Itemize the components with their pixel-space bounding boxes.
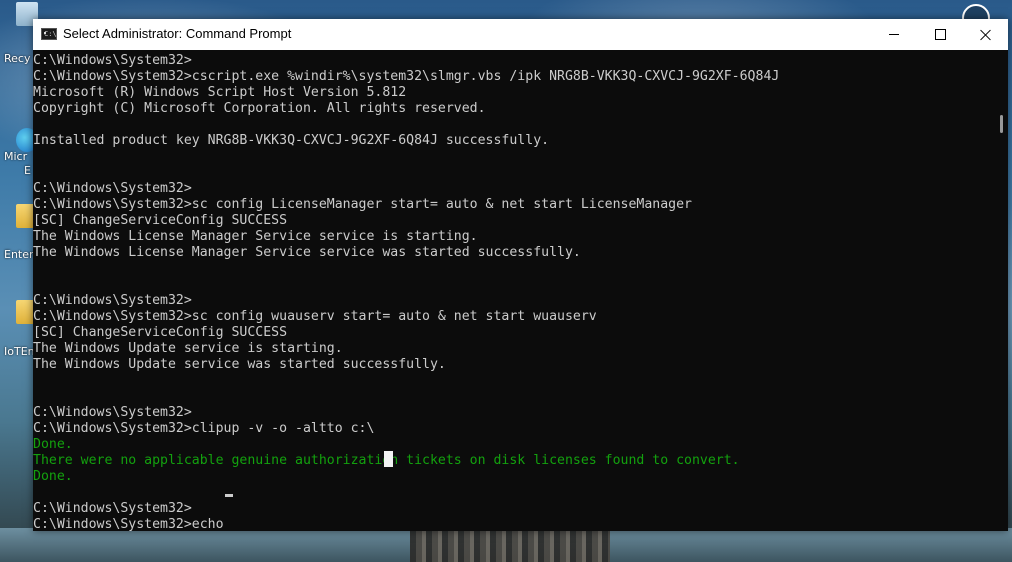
console-output[interactable]: C:\Windows\System32> C:\Windows\System32>… — [33, 50, 993, 531]
console-line: The Windows Update service was started s… — [33, 357, 446, 372]
desktop-icon-label: Recy — [4, 52, 31, 65]
desktop-icon-recycle-bin[interactable]: Recy — [0, 2, 38, 65]
console-line: Installed product key NRG8B-VKK3Q-CXVCJ-… — [33, 133, 550, 148]
console-line: C:\Windows\System32>sc config LicenseMan… — [33, 197, 692, 212]
command-prompt-window: C:\ Select Administrator: Command Prompt… — [33, 19, 1008, 531]
console-line: Done. — [33, 469, 73, 484]
scrollbar-thumb[interactable] — [1000, 115, 1003, 133]
console-line: The Windows Update service is starting. — [33, 341, 343, 356]
console-line: C:\Windows\System32> — [33, 293, 192, 308]
command-prompt-icon: C:\ — [41, 28, 57, 40]
desktop-icon-edge[interactable]: Micr E — [0, 128, 38, 177]
console-line: C:\Windows\System32> — [33, 501, 192, 516]
desktop-icon-label: Enter — [4, 248, 34, 261]
console-line: The Windows License Manager Service serv… — [33, 229, 478, 244]
console-line: [SC] ChangeServiceConfig SUCCESS — [33, 213, 288, 228]
console-line: C:\Windows\System32>cscript.exe %windir%… — [33, 69, 780, 84]
maximize-icon — [934, 29, 946, 40]
close-button[interactable] — [963, 19, 1009, 50]
console-line: C:\Windows\System32> — [33, 405, 192, 420]
mouse-text-cursor — [384, 451, 393, 467]
console-line: C:\Windows\System32>clipup -v -o -altto … — [33, 421, 375, 436]
text-cursor — [225, 494, 233, 497]
close-icon — [980, 29, 992, 41]
console-line: Microsoft (R) Windows Script Host Versio… — [33, 85, 407, 100]
minimize-button[interactable] — [871, 19, 917, 50]
console-line: C:\Windows\System32>sc config wuauserv s… — [33, 309, 597, 324]
desktop-icon-iot-enterprise[interactable]: IoTEn — [0, 300, 38, 358]
console-line: The Windows License Manager Service serv… — [33, 245, 581, 260]
console-line: C:\Windows\System32> — [33, 181, 192, 196]
title-bar[interactable]: C:\ Select Administrator: Command Prompt — [33, 19, 1008, 50]
desktop-pier — [410, 528, 610, 562]
desktop-icon-label: Micr — [4, 150, 28, 163]
console-line: Copyright (C) Microsoft Corporation. All… — [33, 101, 486, 116]
desktop-icon-enterprise[interactable]: Enter — [0, 204, 38, 261]
minimize-icon — [889, 34, 899, 35]
console-line: C:\Windows\System32>echo — [33, 517, 224, 531]
console-line: [SC] ChangeServiceConfig SUCCESS — [33, 325, 288, 340]
console-line: C:\Windows\System32> — [33, 53, 192, 68]
maximize-button[interactable] — [917, 19, 963, 50]
vertical-scrollbar[interactable] — [993, 50, 1008, 531]
desktop-icon-label: IoTEn — [4, 345, 35, 358]
window-title: Select Administrator: Command Prompt — [63, 26, 292, 41]
console-line: Done. — [33, 437, 73, 452]
desktop-icon-label: E — [24, 164, 31, 177]
